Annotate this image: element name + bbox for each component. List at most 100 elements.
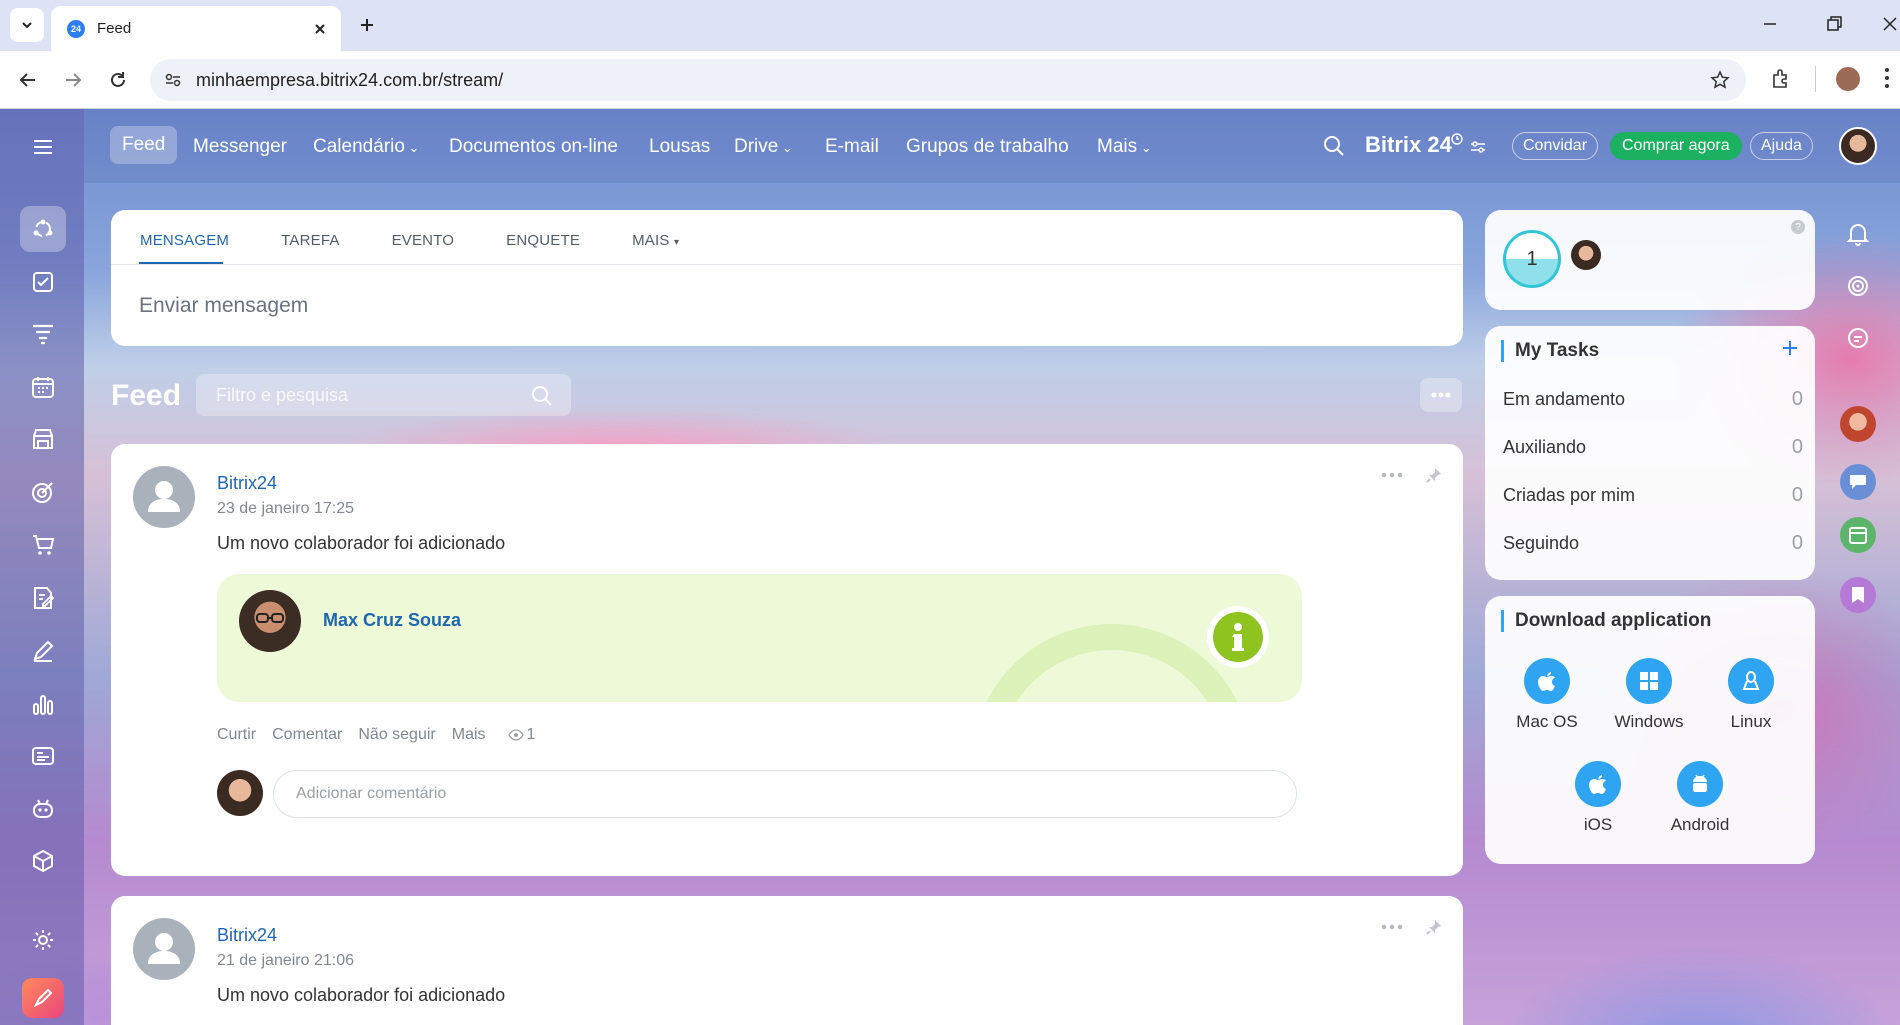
recent-contact-avatar[interactable] bbox=[1840, 406, 1876, 442]
sidebar-item-analytics[interactable] bbox=[20, 681, 66, 727]
online-user-avatar[interactable] bbox=[1571, 240, 1601, 270]
nav-documents[interactable]: Documentos on-line bbox=[449, 136, 618, 158]
recent-chat-button[interactable] bbox=[1840, 464, 1876, 500]
browser-tab-active[interactable]: 24 Feed bbox=[51, 6, 341, 51]
chat-icon bbox=[1848, 328, 1868, 348]
sidebar-item-market[interactable] bbox=[20, 838, 66, 884]
task-row-assisting[interactable]: Auxiliando 0 bbox=[1503, 423, 1803, 471]
app-linux[interactable]: Linux bbox=[1691, 658, 1811, 732]
pin-post-button[interactable] bbox=[1425, 918, 1443, 936]
like-link[interactable]: Curtir bbox=[217, 726, 256, 744]
reload-button[interactable] bbox=[100, 62, 136, 98]
sidebar-item-feed[interactable] bbox=[20, 206, 66, 252]
author-avatar[interactable] bbox=[133, 466, 195, 528]
portal-settings-button[interactable] bbox=[1469, 139, 1487, 155]
tab-poll[interactable]: ENQUETE bbox=[506, 232, 580, 249]
filter-search-input[interactable]: Filtro e pesquisa bbox=[196, 374, 571, 416]
task-row-following[interactable]: Seguindo 0 bbox=[1503, 519, 1803, 567]
task-count: 0 bbox=[1791, 435, 1803, 458]
comment-input[interactable]: Adicionar comentário bbox=[273, 770, 1297, 818]
nav-drive[interactable]: Drive ⌄ bbox=[734, 136, 793, 158]
buy-now-button[interactable]: Comprar agora bbox=[1610, 132, 1742, 160]
sidebar-item-calendar[interactable] bbox=[20, 364, 66, 410]
saved-button[interactable] bbox=[1840, 577, 1876, 613]
feed-settings-button[interactable] bbox=[1420, 378, 1462, 412]
global-search-button[interactable] bbox=[1323, 135, 1345, 157]
tab-more[interactable]: MAIS ▾ bbox=[632, 232, 679, 249]
sidebar-item-upgrade[interactable] bbox=[22, 978, 64, 1018]
task-count: 0 bbox=[1791, 387, 1803, 410]
address-bar[interactable]: minhaempresa.bitrix24.com.br/stream/ bbox=[150, 59, 1746, 101]
sidebar-item-hr[interactable] bbox=[20, 733, 66, 779]
recent-calendar-button[interactable] bbox=[1840, 517, 1876, 553]
browser-menu-button[interactable] bbox=[1884, 66, 1890, 90]
tab-event[interactable]: EVENTO bbox=[392, 232, 455, 249]
more-link[interactable]: Mais bbox=[452, 726, 486, 744]
copilot-button[interactable] bbox=[1840, 268, 1876, 304]
help-button[interactable]: Ajuda bbox=[1750, 132, 1813, 160]
user-avatar[interactable] bbox=[1839, 127, 1877, 165]
user-placeholder-icon bbox=[148, 933, 180, 964]
post-menu-button[interactable] bbox=[1381, 472, 1403, 478]
bitrix-logo[interactable]: Bitrix 24 bbox=[1365, 132, 1452, 158]
sidebar-item-tasks[interactable] bbox=[20, 259, 66, 305]
sidebar-item-shop[interactable] bbox=[20, 522, 66, 568]
site-settings-icon[interactable] bbox=[164, 71, 182, 89]
sidebar-item-store[interactable] bbox=[20, 416, 66, 462]
sidebar-item-copilot[interactable] bbox=[20, 786, 66, 832]
post-author[interactable]: Bitrix24 bbox=[217, 473, 277, 494]
forward-button[interactable] bbox=[55, 62, 91, 98]
app-android[interactable]: Android bbox=[1640, 761, 1760, 835]
sidebar-item-crm[interactable] bbox=[20, 311, 66, 357]
nav-more[interactable]: Mais ⌄ bbox=[1097, 136, 1152, 158]
post-menu-button[interactable] bbox=[1381, 924, 1403, 930]
close-window-button[interactable] bbox=[1880, 14, 1900, 34]
nav-calendar[interactable]: Calendário ⌄ bbox=[313, 136, 419, 158]
sidebar-item-settings[interactable] bbox=[20, 917, 66, 963]
task-row-created[interactable]: Criadas por mim 0 bbox=[1503, 471, 1803, 519]
extensions-button[interactable] bbox=[1770, 68, 1792, 90]
sidebar-menu-toggle[interactable] bbox=[20, 124, 66, 170]
chat-button[interactable] bbox=[1840, 320, 1876, 356]
invite-button[interactable]: Convidar bbox=[1512, 132, 1599, 160]
notifications-button[interactable] bbox=[1840, 216, 1876, 252]
post-author[interactable]: Bitrix24 bbox=[217, 925, 277, 946]
post-date[interactable]: 21 de janeiro 21:06 bbox=[217, 952, 354, 970]
employee-name[interactable]: Max Cruz Souza bbox=[323, 610, 461, 631]
post-date[interactable]: 23 de janeiro 17:25 bbox=[217, 500, 354, 518]
store-icon bbox=[33, 429, 53, 449]
nav-boards[interactable]: Lousas bbox=[649, 136, 710, 158]
back-button[interactable] bbox=[10, 62, 46, 98]
views-count[interactable]: 1 bbox=[527, 726, 536, 744]
task-row-in-progress[interactable]: Em andamento 0 bbox=[1503, 375, 1803, 423]
sidebar-item-marketing[interactable] bbox=[20, 469, 66, 515]
author-avatar[interactable] bbox=[133, 918, 195, 980]
sidebar-item-sign[interactable] bbox=[20, 628, 66, 674]
more-dots-icon bbox=[1431, 392, 1451, 398]
message-input[interactable]: Enviar mensagem bbox=[139, 294, 308, 318]
minimize-button[interactable] bbox=[1760, 14, 1780, 34]
sidebar-item-documents[interactable] bbox=[20, 575, 66, 621]
browser-profile-avatar[interactable] bbox=[1836, 67, 1860, 91]
restore-button[interactable] bbox=[1824, 14, 1844, 34]
add-task-button[interactable] bbox=[1781, 339, 1799, 357]
nav-messenger[interactable]: Messenger bbox=[193, 136, 287, 158]
bookmark-star-icon[interactable] bbox=[1710, 70, 1730, 90]
comment-link[interactable]: Comentar bbox=[272, 726, 342, 744]
nav-email[interactable]: E-mail bbox=[825, 136, 879, 158]
tab-task[interactable]: TAREFA bbox=[281, 232, 339, 249]
new-tab-button[interactable] bbox=[350, 8, 384, 42]
pin-post-button[interactable] bbox=[1425, 466, 1443, 484]
employee-avatar[interactable] bbox=[239, 590, 301, 652]
unfollow-link[interactable]: Não seguir bbox=[358, 726, 435, 744]
tab-search-button[interactable] bbox=[10, 8, 44, 42]
close-tab-icon[interactable] bbox=[313, 22, 327, 36]
nav-feed[interactable]: Feed bbox=[110, 126, 178, 164]
online-counter[interactable]: 1 bbox=[1503, 230, 1561, 288]
tab-message[interactable]: MENSAGEM bbox=[140, 232, 229, 249]
nav-workgroups[interactable]: Grupos de trabalho bbox=[906, 136, 1069, 158]
more-dots-icon bbox=[1381, 924, 1403, 930]
help-icon[interactable]: ? bbox=[1791, 220, 1805, 234]
apple-icon bbox=[1575, 761, 1621, 807]
search-icon[interactable] bbox=[531, 385, 553, 407]
